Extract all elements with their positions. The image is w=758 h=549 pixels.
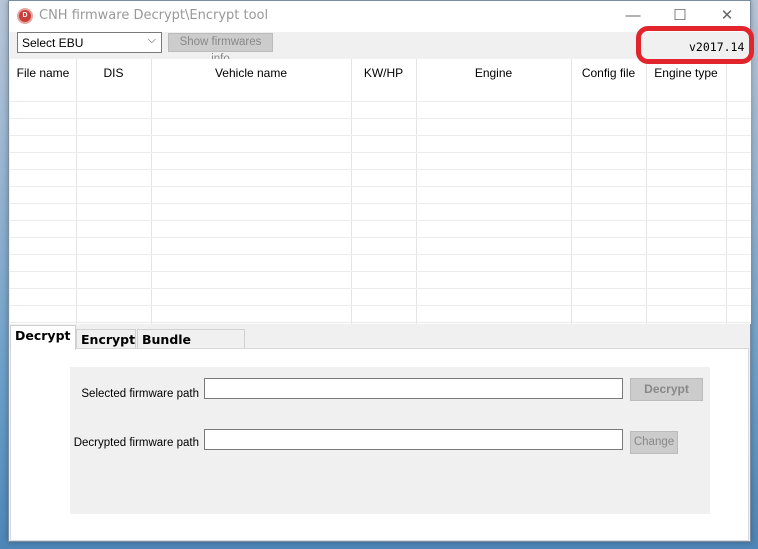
decrypt-tab-page: Selected firmware path Decrypt Decrypted…	[10, 348, 749, 541]
selected-firmware-path-input[interactable]	[204, 378, 623, 399]
row-divider	[10, 220, 751, 221]
column-divider[interactable]	[726, 59, 727, 324]
row-divider	[10, 186, 751, 187]
title-bar: D CNH firmware Decrypt\Encrypt tool — ☐ …	[9, 1, 750, 32]
decrypted-firmware-path-label: Decrypted firmware path	[73, 437, 199, 449]
column-divider[interactable]	[416, 59, 417, 324]
tab-bundle-decrypt[interactable]: Bundle Decrypt	[137, 329, 245, 362]
ebu-select[interactable]: Select EBU ⌵	[17, 32, 162, 53]
row-divider	[10, 101, 751, 102]
row-divider	[10, 305, 751, 306]
column-header-dis[interactable]: DIS	[76, 59, 151, 87]
row-divider	[10, 118, 751, 119]
row-divider	[10, 322, 751, 323]
version-highlight-annotation	[636, 26, 754, 64]
row-divider	[10, 237, 751, 238]
column-header-file-name[interactable]: File name	[10, 59, 76, 87]
column-header-engine[interactable]: Engine	[416, 59, 571, 87]
change-button[interactable]: Change	[630, 431, 678, 454]
main-window: D CNH firmware Decrypt\Encrypt tool — ☐ …	[8, 0, 751, 542]
minimize-icon[interactable]: —	[613, 5, 653, 27]
ebu-select-value: Select EBU	[22, 36, 84, 50]
row-divider	[10, 169, 751, 170]
app-logo-icon: D	[17, 8, 33, 24]
close-icon[interactable]: ✕	[707, 5, 747, 27]
row-divider	[10, 288, 751, 289]
row-divider	[10, 271, 751, 272]
firmware-table[interactable]: File name DIS Vehicle name KW/HP Engine …	[10, 59, 751, 324]
decrypt-panel: Selected firmware path Decrypt Decrypted…	[70, 367, 710, 514]
row-divider	[10, 152, 751, 153]
decrypted-firmware-path-input[interactable]	[204, 429, 623, 450]
decrypt-button[interactable]: Decrypt	[630, 378, 703, 401]
column-divider[interactable]	[351, 59, 352, 324]
row-divider	[10, 135, 751, 136]
column-divider[interactable]	[76, 59, 77, 324]
window-title: CNH firmware Decrypt\Encrypt tool	[39, 8, 269, 23]
row-divider	[10, 254, 751, 255]
column-divider[interactable]	[646, 59, 647, 324]
maximize-icon[interactable]: ☐	[660, 5, 700, 27]
column-header-kw-hp[interactable]: KW/HP	[351, 59, 416, 87]
tab-decrypt[interactable]: Decrypt	[10, 325, 76, 350]
column-header-vehicle-name[interactable]: Vehicle name	[151, 59, 351, 87]
column-header-config-file[interactable]: Config file	[571, 59, 646, 87]
tab-encrypt[interactable]: Encrypt	[76, 329, 136, 349]
row-divider	[10, 203, 751, 204]
column-divider[interactable]	[571, 59, 572, 324]
column-divider[interactable]	[151, 59, 152, 324]
chevron-down-icon: ⌵	[147, 34, 156, 46]
show-firmwares-info-button[interactable]: Show firmwares info	[168, 33, 273, 65]
selected-firmware-path-label: Selected firmware path	[81, 388, 199, 400]
